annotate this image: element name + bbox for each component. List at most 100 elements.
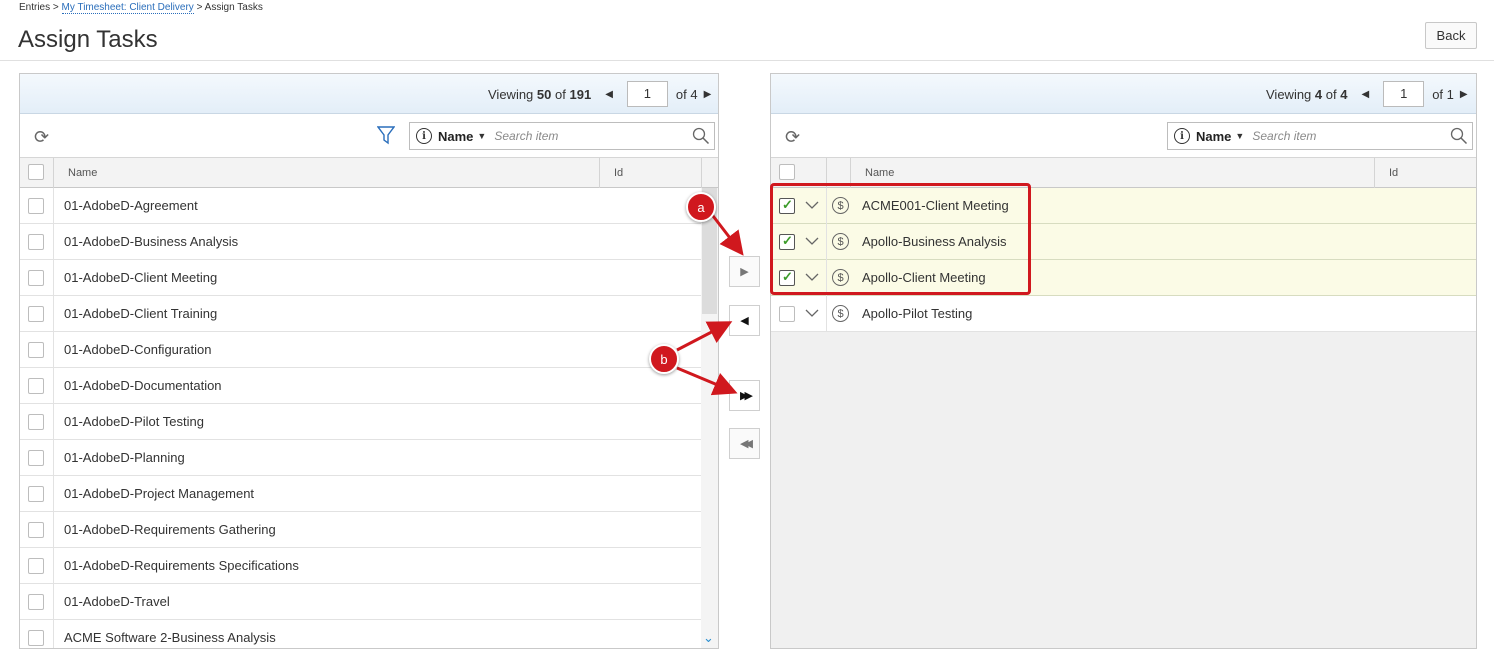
header-divider bbox=[0, 60, 1494, 61]
task-name: 01-AdobeD-Requirements Gathering bbox=[64, 522, 276, 537]
move-right-button[interactable]: ▶ bbox=[729, 256, 760, 287]
task-name: 01-AdobeD-Requirements Specifications bbox=[64, 558, 299, 573]
double-left-icon: ◀◀ bbox=[740, 438, 753, 450]
task-name: 01-AdobeD-Planning bbox=[64, 450, 185, 465]
annotation-badge-a: a bbox=[686, 192, 716, 222]
page-count-label: of 1 bbox=[1432, 86, 1454, 102]
move-all-left-button[interactable]: ◀◀ bbox=[729, 428, 760, 459]
table-row[interactable]: 01-AdobeD-Client Meeting bbox=[20, 260, 701, 296]
checkbox-cell bbox=[20, 548, 54, 584]
search-icon[interactable] bbox=[1450, 127, 1468, 145]
row-checkbox[interactable] bbox=[28, 234, 44, 250]
row-checkbox[interactable] bbox=[28, 198, 44, 214]
table-row[interactable]: $ Apollo-Pilot Testing bbox=[771, 296, 1476, 332]
viewing-label: Viewing bbox=[488, 86, 534, 102]
info-icon[interactable]: i bbox=[1174, 128, 1190, 144]
right-search-box[interactable]: i Name ▼ Search item bbox=[1167, 122, 1473, 150]
row-checkbox[interactable] bbox=[28, 522, 44, 538]
task-name: 01-AdobeD-Travel bbox=[64, 594, 170, 609]
table-row[interactable]: 01-AdobeD-Client Training bbox=[20, 296, 701, 332]
left-pager-bar: Viewing 50 of 191 ◀ 1 of 4 ▶ bbox=[20, 74, 718, 114]
next-page-icon[interactable]: ▶ bbox=[1460, 89, 1468, 100]
column-header-id[interactable]: Id bbox=[600, 158, 702, 188]
table-row[interactable]: 01-AdobeD-Planning bbox=[20, 440, 701, 476]
search-input[interactable]: Search item bbox=[494, 129, 714, 143]
checkbox-cell bbox=[20, 404, 54, 440]
row-checkbox[interactable] bbox=[28, 414, 44, 430]
right-toolbar: ⟳ i Name ▼ Search item bbox=[771, 114, 1476, 158]
search-icon[interactable] bbox=[692, 127, 710, 145]
refresh-icon[interactable]: ⟳ bbox=[785, 127, 800, 148]
viewing-count: 4 bbox=[1314, 86, 1323, 102]
checkbox-cell bbox=[20, 620, 54, 648]
double-right-icon: ▶▶ bbox=[740, 390, 753, 402]
checkbox-cell bbox=[20, 512, 54, 548]
row-checkbox[interactable] bbox=[28, 342, 44, 358]
task-name: 01-AdobeD-Project Management bbox=[64, 486, 255, 501]
column-header-id[interactable]: Id bbox=[1375, 158, 1476, 188]
checkbox-cell bbox=[20, 188, 54, 224]
table-row[interactable]: 01-AdobeD-Documentation bbox=[20, 368, 701, 404]
task-name: 01-AdobeD-Pilot Testing bbox=[64, 414, 204, 429]
move-all-right-button[interactable]: ▶▶ bbox=[729, 380, 760, 411]
breadcrumb-link-timesheet[interactable]: My Timesheet: Client Delivery bbox=[61, 2, 194, 14]
table-row[interactable]: 01-AdobeD-Project Management bbox=[20, 476, 701, 512]
viewing-label: Viewing bbox=[1266, 86, 1312, 102]
prev-page-icon[interactable]: ◀ bbox=[605, 89, 613, 100]
table-row[interactable]: 01-AdobeD-Requirements Specifications bbox=[20, 548, 701, 584]
refresh-icon[interactable]: ⟳ bbox=[34, 127, 49, 148]
checkbox-cell bbox=[20, 368, 54, 404]
prev-page-icon[interactable]: ◀ bbox=[1361, 89, 1369, 100]
assigned-tasks-panel: Viewing 4 of 4 ◀ 1 of 1 ▶ ⟳ i Name ▼ Sea… bbox=[770, 73, 1477, 649]
table-row[interactable]: 01-AdobeD-Pilot Testing bbox=[20, 404, 701, 440]
search-input[interactable]: Search item bbox=[1252, 129, 1472, 143]
table-row[interactable]: 01-AdobeD-Agreement bbox=[20, 188, 701, 224]
chevron-down-icon[interactable]: ▼ bbox=[1235, 131, 1244, 141]
table-row[interactable]: 01-AdobeD-Configuration bbox=[20, 332, 701, 368]
table-row[interactable]: ACME Software 2-Business Analysis bbox=[20, 620, 701, 648]
select-all-checkbox[interactable] bbox=[779, 164, 795, 180]
table-row[interactable]: 01-AdobeD-Business Analysis bbox=[20, 224, 701, 260]
chevron-down-icon[interactable] bbox=[805, 306, 819, 320]
checkbox-cell bbox=[20, 476, 54, 512]
select-all-checkbox[interactable] bbox=[28, 164, 44, 180]
task-name: 01-AdobeD-Documentation bbox=[64, 378, 222, 393]
row-checkbox[interactable] bbox=[28, 270, 44, 286]
row-checkbox[interactable] bbox=[28, 306, 44, 322]
left-toolbar: ⟳ i Name ▼ Search item bbox=[20, 114, 718, 158]
next-page-icon[interactable]: ▶ bbox=[704, 89, 712, 100]
billable-dollar-icon: $ bbox=[832, 305, 849, 322]
checkbox-cell bbox=[20, 260, 54, 296]
row-checkbox[interactable] bbox=[28, 594, 44, 610]
table-row[interactable]: 01-AdobeD-Travel bbox=[20, 584, 701, 620]
table-row[interactable]: 01-AdobeD-Requirements Gathering bbox=[20, 512, 701, 548]
row-checkbox[interactable] bbox=[779, 306, 795, 322]
back-button[interactable]: Back bbox=[1425, 22, 1477, 49]
left-scrollbar[interactable]: ⌄ bbox=[701, 188, 718, 648]
row-checkbox[interactable] bbox=[28, 486, 44, 502]
task-name: 01-AdobeD-Agreement bbox=[64, 198, 198, 213]
info-icon[interactable]: i bbox=[416, 128, 432, 144]
right-pager: Viewing 4 of 4 ◀ 1 of 1 ▶ bbox=[1266, 81, 1474, 107]
left-search-box[interactable]: i Name ▼ Search item bbox=[409, 122, 715, 150]
move-left-button[interactable]: ◀ bbox=[729, 305, 760, 336]
task-name: 01-AdobeD-Client Meeting bbox=[64, 270, 218, 285]
checkbox-cell bbox=[20, 584, 54, 620]
annotation-badge-b: b bbox=[649, 344, 679, 374]
page-number-input[interactable]: 1 bbox=[626, 81, 668, 107]
left-table-header: Name Id bbox=[20, 158, 718, 188]
scroll-down-icon[interactable]: ⌄ bbox=[703, 630, 714, 646]
row-checkbox[interactable] bbox=[28, 450, 44, 466]
search-field-select[interactable]: Name bbox=[1196, 129, 1231, 144]
search-field-select[interactable]: Name bbox=[438, 129, 473, 144]
breadcrumb-root[interactable]: Entries bbox=[19, 2, 50, 13]
row-checkbox[interactable] bbox=[28, 630, 44, 646]
row-checkbox[interactable] bbox=[28, 558, 44, 574]
task-name: ACME Software 2-Business Analysis bbox=[64, 630, 276, 645]
row-checkbox[interactable] bbox=[28, 378, 44, 394]
page-number-input[interactable]: 1 bbox=[1383, 81, 1425, 107]
available-tasks-panel: Viewing 50 of 191 ◀ 1 of 4 ▶ ⟳ i Name ▼ … bbox=[19, 73, 719, 649]
filter-icon[interactable] bbox=[377, 125, 395, 145]
chevron-down-icon[interactable]: ▼ bbox=[477, 131, 486, 141]
column-header-name[interactable]: Name bbox=[54, 158, 600, 188]
